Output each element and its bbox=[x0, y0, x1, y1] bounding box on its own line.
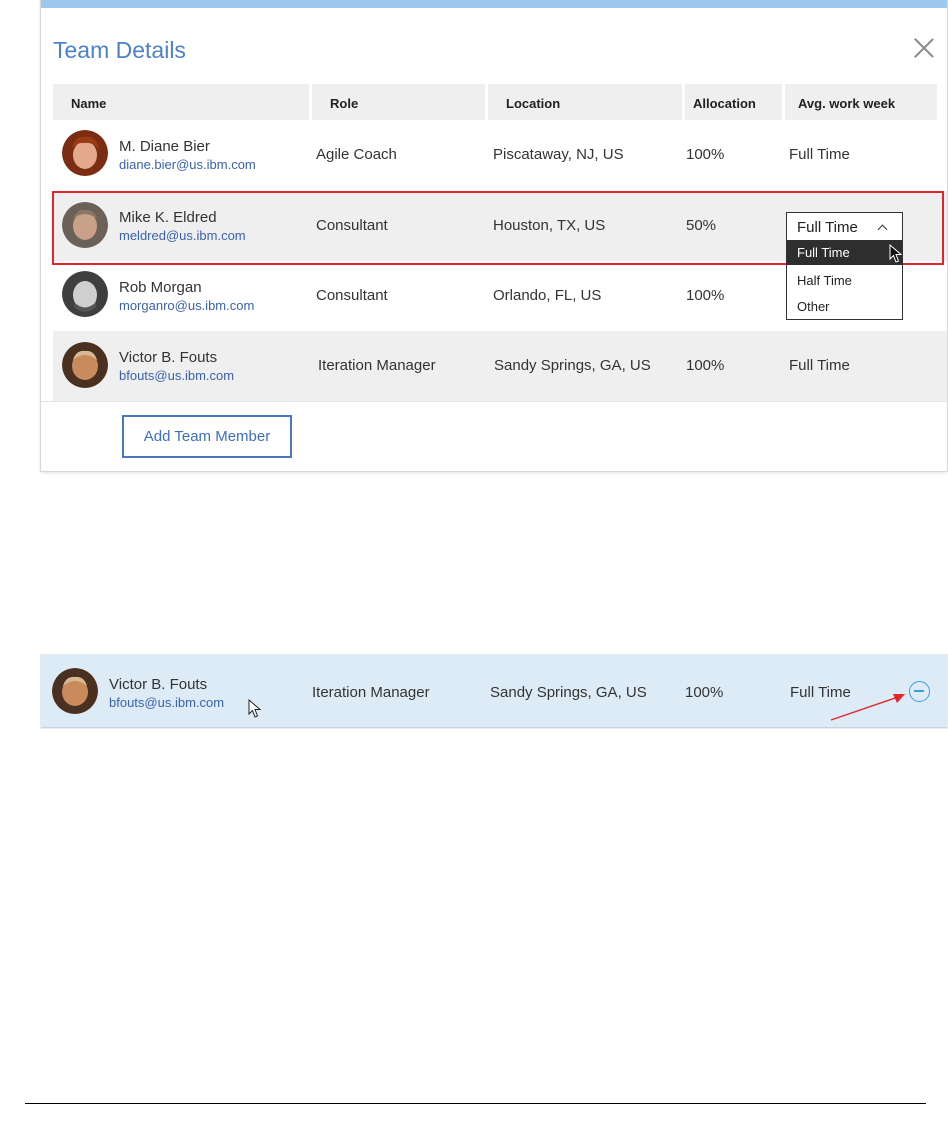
member-location: Orlando, FL, US bbox=[493, 287, 602, 304]
dropdown-option-other[interactable]: Other bbox=[787, 294, 902, 319]
avatar bbox=[62, 130, 108, 176]
table-row[interactable]: Victor B. Fouts bfouts@us.ibm.com Iterat… bbox=[53, 331, 947, 401]
modal-footer: Add Team Member bbox=[41, 401, 947, 471]
member-email[interactable]: bfouts@us.ibm.com bbox=[119, 368, 234, 383]
page-divider bbox=[25, 1103, 926, 1104]
member-name: M. Diane Bier bbox=[119, 138, 210, 155]
member-allocation: 100% bbox=[686, 146, 725, 163]
member-work-week: Full Time bbox=[789, 146, 850, 163]
cursor-icon bbox=[889, 244, 903, 263]
member-role: Iteration Manager bbox=[318, 357, 436, 374]
column-header-name[interactable]: Name bbox=[53, 84, 309, 120]
member-allocation: 100% bbox=[686, 357, 725, 374]
member-allocation: 100% bbox=[686, 287, 725, 304]
member-location: Sandy Springs, GA, US bbox=[494, 357, 651, 374]
avatar bbox=[62, 271, 108, 317]
member-email[interactable]: diane.bier@us.ibm.com bbox=[119, 157, 256, 172]
member-name: Victor B. Fouts bbox=[109, 676, 208, 693]
close-icon[interactable] bbox=[913, 37, 935, 59]
team-details-modal: Team Details Name Role Location Allocati… bbox=[41, 0, 947, 471]
member-allocation: 100% bbox=[685, 684, 724, 701]
column-header-location[interactable]: Location bbox=[488, 84, 682, 120]
add-team-member-button[interactable]: Add Team Member bbox=[122, 415, 292, 458]
member-role: Consultant bbox=[316, 287, 388, 304]
chevron-up-icon[interactable] bbox=[877, 224, 888, 235]
column-header-allocation[interactable]: Allocation bbox=[685, 84, 782, 120]
dropdown-option-half-time[interactable]: Half Time bbox=[787, 268, 902, 293]
cursor-icon bbox=[248, 699, 262, 718]
member-email[interactable]: morganro@us.ibm.com bbox=[119, 298, 254, 313]
member-email[interactable]: bfouts@us.ibm.com bbox=[109, 695, 224, 710]
hovered-table-row[interactable]: Victor B. Fouts bfouts@us.ibm.com Iterat… bbox=[41, 655, 947, 728]
member-name: Rob Morgan bbox=[119, 279, 202, 296]
member-role: Iteration Manager bbox=[312, 684, 430, 701]
arrow-annotation-icon bbox=[830, 694, 905, 721]
dropdown-option-full-time[interactable]: Full Time bbox=[787, 240, 902, 265]
member-work-week: Full Time bbox=[789, 357, 850, 374]
work-week-dropdown[interactable]: Full Time Full Time Half Time Other bbox=[786, 212, 903, 320]
dropdown-selected-value[interactable]: Full Time bbox=[797, 219, 858, 236]
table-header: Name Role Location Allocation Avg. work … bbox=[41, 84, 947, 120]
member-role: Agile Coach bbox=[316, 146, 397, 163]
table-row[interactable]: M. Diane Bier diane.bier@us.ibm.com Agil… bbox=[53, 120, 947, 190]
minus-circle-icon[interactable] bbox=[909, 681, 930, 702]
column-header-work-week[interactable]: Avg. work week bbox=[785, 84, 937, 120]
member-location: Sandy Springs, GA, US bbox=[490, 684, 647, 701]
avatar bbox=[62, 342, 108, 388]
member-location: Piscataway, NJ, US bbox=[493, 146, 624, 163]
member-name: Victor B. Fouts bbox=[119, 349, 218, 366]
modal-title: Team Details bbox=[53, 37, 186, 63]
column-header-role[interactable]: Role bbox=[312, 84, 485, 120]
modal-top-bar bbox=[41, 0, 947, 8]
avatar bbox=[52, 668, 98, 714]
